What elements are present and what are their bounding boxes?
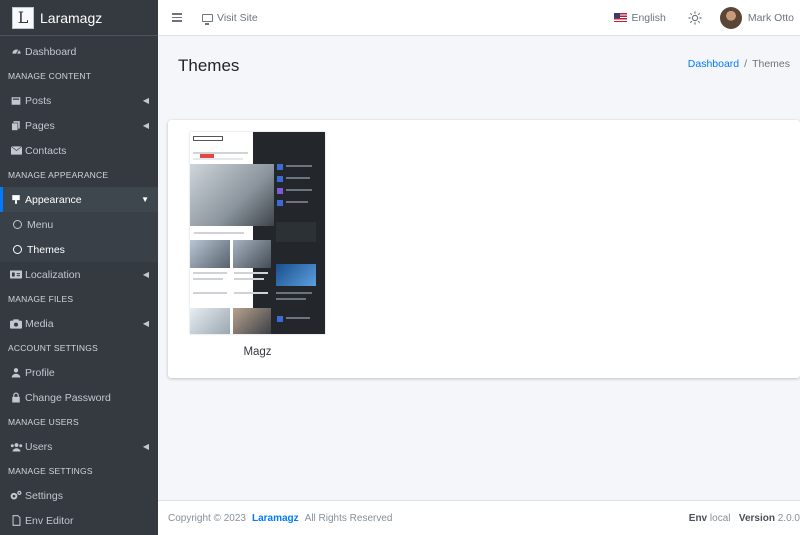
sidebar: L Laramagz Dashboard MANAGE CONTENT Posts ◀… [0, 0, 158, 535]
chevron-down-icon: ▼ [141, 195, 149, 204]
sidebar-item-label: Dashboard [25, 45, 77, 58]
chevron-left-icon: ◀ [142, 442, 149, 451]
footer-copyright: Copyright © 2023 [168, 512, 246, 524]
posts-icon [9, 96, 23, 106]
sidebar-item-label: Settings [25, 489, 63, 502]
sidebar-item-label: Env Editor [25, 514, 74, 527]
visit-site-link[interactable]: Visit Site [202, 11, 258, 25]
sidebar-item-label: Change Password [25, 391, 111, 404]
breadcrumb-dashboard-link[interactable]: Dashboard [688, 58, 739, 70]
dashboard-icon [9, 46, 23, 57]
monitor-icon [202, 13, 213, 25]
sidebar-item-pages[interactable]: Pages ◀ [0, 113, 158, 138]
file-icon [9, 515, 23, 526]
sidebar-item-contacts[interactable]: Contacts [0, 138, 158, 163]
version-value: 2.0.0 [777, 512, 800, 524]
sidebar-item-label: Profile [25, 366, 55, 379]
sidebar-item-posts[interactable]: Posts ◀ [0, 88, 158, 113]
sidebar-nav: Dashboard MANAGE CONTENT Posts ◀ Pages ◀ Conta… [0, 36, 158, 533]
menu-toggle-icon[interactable] [172, 13, 182, 22]
sidebar-item-label: Media [25, 317, 54, 330]
footer: Copyright © 2023 Laramagz All Rights Res… [158, 500, 800, 535]
chevron-left-icon: ◀ [142, 121, 149, 130]
localization-icon [9, 270, 23, 279]
chevron-left-icon: ◀ [142, 270, 149, 279]
chevron-left-icon: ◀ [142, 96, 149, 105]
env-value: local [709, 512, 731, 524]
sidebar-item-menu[interactable]: Menu [0, 212, 158, 237]
appearance-submenu: Menu Themes [0, 212, 158, 262]
nav-header-account-settings: ACCOUNT SETTINGS [8, 343, 98, 353]
media-icon [9, 318, 23, 329]
content-header: Themes Dashboard / Themes [158, 36, 800, 96]
language-label: English [631, 11, 666, 24]
sidebar-item-label: Localization [25, 268, 81, 281]
nav-header-manage-files: MANAGE FILES [8, 294, 74, 304]
sidebar-item-media[interactable]: Media ◀ [0, 311, 158, 336]
envelope-icon [9, 146, 23, 155]
version-label: Version [738, 512, 775, 524]
nav-header-manage-appearance: MANAGE APPEARANCE [8, 170, 109, 180]
sidebar-item-themes[interactable]: Themes [0, 237, 158, 262]
lock-icon [9, 392, 23, 403]
circle-icon [13, 245, 22, 254]
users-icon [9, 442, 23, 452]
sidebar-item-appearance[interactable]: Appearance ▼ [0, 187, 158, 212]
theme-thumbnail[interactable] [190, 132, 325, 334]
nav-header-manage-settings: MANAGE SETTINGS [8, 466, 93, 476]
sidebar-item-settings[interactable]: Settings [0, 483, 158, 508]
theme-item-magz[interactable]: Magz [190, 132, 325, 358]
sidebar-item-label: Themes [27, 243, 65, 256]
user-icon [9, 367, 23, 378]
gears-icon [9, 490, 23, 501]
theme-name: Magz [243, 346, 272, 358]
sidebar-item-label: Contacts [25, 144, 67, 157]
us-flag-icon [614, 13, 628, 22]
sidebar-item-users[interactable]: Users ◀ [0, 434, 158, 459]
footer-brand-link[interactable]: Laramagz [252, 513, 299, 524]
themes-card: Magz [168, 120, 800, 378]
page-title: Themes [178, 56, 240, 75]
sidebar-item-label: Users [25, 440, 53, 453]
language-dropdown[interactable]: English [614, 11, 666, 24]
brand-logo: L [12, 6, 34, 29]
sidebar-item-profile[interactable]: Profile [0, 360, 158, 385]
env-label: Env [688, 512, 708, 524]
breadcrumb: Dashboard / Themes [688, 58, 790, 70]
breadcrumb-current: Themes [752, 58, 790, 70]
chevron-left-icon: ◀ [142, 319, 149, 328]
sidebar-item-label: Menu [27, 218, 54, 231]
footer-version-info: Env local Version 2.0.0 [689, 513, 800, 524]
nav-header-manage-users: MANAGE USERS [8, 417, 79, 427]
brand-name: Laramagz [40, 9, 103, 26]
breadcrumb-separator: / [744, 58, 748, 70]
sidebar-item-env-editor[interactable]: Env Editor [0, 508, 158, 533]
circle-icon [13, 220, 22, 229]
user-name[interactable]: Mark Otto [748, 12, 794, 24]
nav-header-manage-content: MANAGE CONTENT [8, 71, 92, 81]
appearance-icon [9, 194, 23, 205]
visit-site-label: Visit Site [217, 11, 258, 24]
user-avatar[interactable] [719, 6, 742, 29]
brand-link[interactable]: L Laramagz [0, 0, 158, 36]
sidebar-item-label: Appearance [25, 193, 82, 206]
sidebar-item-label: Posts [25, 94, 52, 107]
sidebar-item-change-password[interactable]: Change Password [0, 385, 158, 410]
footer-rights: All Rights Reserved [304, 512, 393, 524]
theme-toggle-sun-icon[interactable] [688, 10, 702, 25]
sidebar-item-localization[interactable]: Localization ◀ [0, 262, 158, 287]
pages-icon [9, 120, 23, 131]
top-navbar: Visit Site English Mark Otto [158, 0, 800, 36]
sidebar-item-label: Pages [25, 119, 55, 132]
sidebar-item-dashboard[interactable]: Dashboard [0, 39, 158, 64]
